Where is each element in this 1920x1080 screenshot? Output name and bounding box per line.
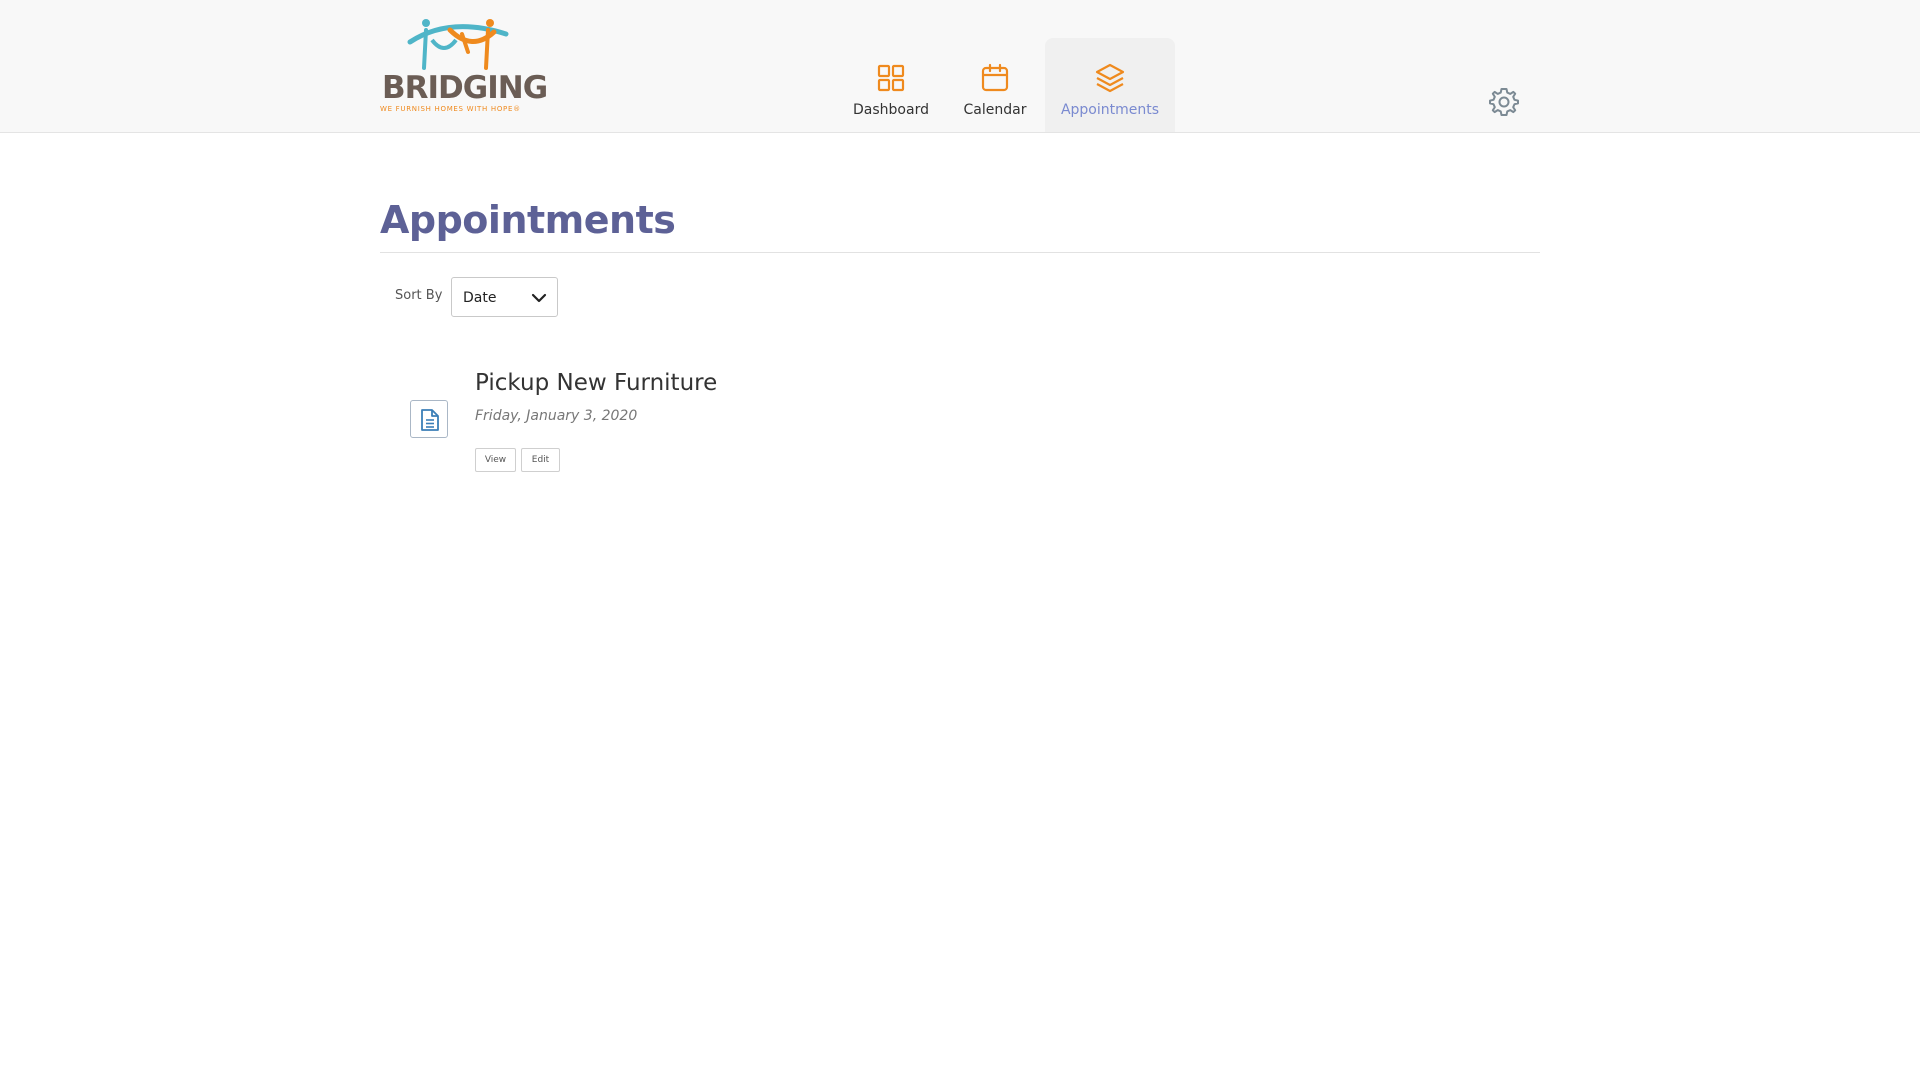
calendar-icon	[981, 63, 1009, 92]
nav-item-appointments[interactable]: Appointments	[1045, 38, 1175, 132]
layers-icon	[1095, 63, 1125, 93]
edit-button[interactable]: Edit	[521, 448, 560, 472]
appointment-document-tile[interactable]	[410, 400, 448, 438]
gear-icon[interactable]	[1488, 86, 1520, 118]
sort-by-label: Sort By	[395, 288, 443, 303]
document-icon	[421, 409, 439, 431]
bridging-figures-icon	[407, 19, 509, 70]
appointment-title[interactable]: Pickup New Furniture	[475, 370, 717, 396]
logo-wordmark: BRIDGING	[382, 70, 548, 106]
top-navigation-bar: BRIDGING WE FURNISH HOMES WITH HOPE® Das…	[0, 0, 1920, 133]
nav-label-dashboard: Dashboard	[853, 102, 929, 118]
nav-item-calendar[interactable]: Calendar	[945, 38, 1045, 132]
logo-tagline: WE FURNISH HOMES WITH HOPE®	[380, 105, 521, 113]
nav-item-dashboard[interactable]: Dashboard	[837, 38, 945, 132]
appointment-date: Friday, January 3, 2020	[475, 408, 638, 424]
page-title: Appointments	[380, 198, 676, 242]
nav-label-calendar: Calendar	[963, 102, 1027, 118]
sort-select[interactable]: Date	[451, 277, 558, 317]
chevron-down-icon	[531, 293, 547, 303]
view-button[interactable]: View	[475, 448, 516, 472]
nav-label-appointments: Appointments	[1060, 102, 1160, 118]
grid-icon	[877, 64, 905, 92]
sort-selected-value: Date	[463, 290, 497, 306]
bridging-logo[interactable]: BRIDGING WE FURNISH HOMES WITH HOPE®	[378, 18, 548, 114]
main-nav: Dashboard Calendar Appointments	[837, 38, 1175, 132]
title-divider	[380, 252, 1540, 253]
